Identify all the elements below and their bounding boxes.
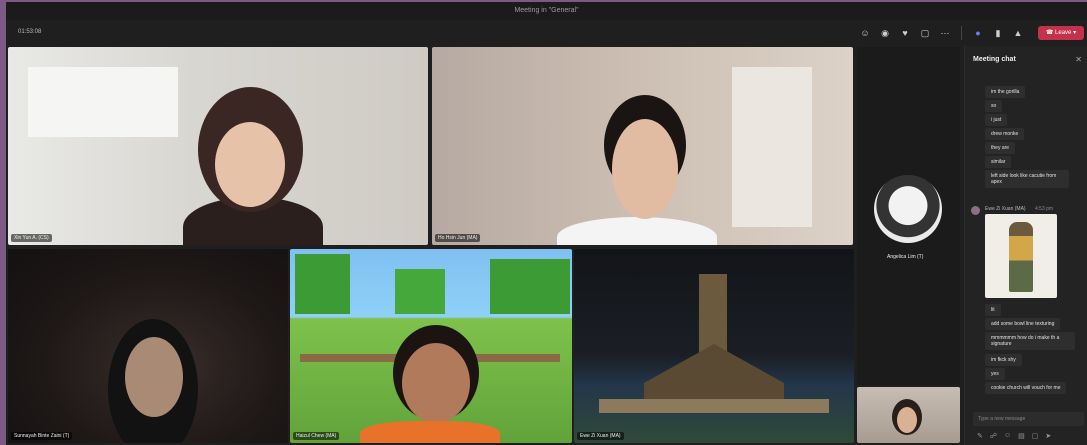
sender-time: 4:53 pm xyxy=(1035,206,1054,212)
church-wall xyxy=(599,399,829,413)
attach-icon[interactable]: ☍ xyxy=(990,432,997,440)
window-title: Meeting in "General" xyxy=(6,2,1087,20)
person-face xyxy=(402,343,470,423)
rooms-icon[interactable]: ▢ xyxy=(918,26,932,40)
tree-block-left xyxy=(295,254,350,314)
video-tile-6[interactable]: Ewe Zi Xuan (MA) xyxy=(574,249,854,443)
video-tile-5[interactable]: Haizul Chew (MA) xyxy=(290,249,572,443)
chat-message: they are xyxy=(985,142,1016,154)
leave-button[interactable]: ☎ Leave ▾ xyxy=(1038,26,1084,40)
chevron-down-icon: ▾ xyxy=(1073,30,1077,36)
chat-message: similar xyxy=(985,156,1012,168)
person-face xyxy=(125,337,183,417)
camera-icon[interactable]: ● xyxy=(971,26,985,40)
chat-icon[interactable]: ◉ xyxy=(878,26,892,40)
reactions-icon[interactable]: ♥ xyxy=(898,26,912,40)
meeting-toolbar: 01:53:08 ☺ ◉ ♥ ▢ ⋯ ● ▮ ▲ ☎ Leave ▾ xyxy=(6,20,1087,46)
person-body xyxy=(557,217,717,245)
meeting-chat-panel: Meeting chat ✕ im the gorilla so i just … xyxy=(964,46,1087,445)
video-tile-3[interactable]: Angelica Lim (T) xyxy=(857,47,960,385)
more-icon[interactable]: ⋯ xyxy=(938,26,952,40)
close-icon[interactable]: ✕ xyxy=(1075,55,1082,64)
participant-avatar xyxy=(874,175,942,243)
phone-icon: ☎ xyxy=(1045,30,1054,36)
participant-name: Haizul Chew (MA) xyxy=(293,432,340,440)
person-shirt xyxy=(360,421,500,443)
mic-icon[interactable]: ▮ xyxy=(991,26,1005,40)
sender-avatar xyxy=(971,206,980,215)
chat-message: mmmmmm how do i make th a signature xyxy=(985,332,1075,350)
chat-message: so xyxy=(985,100,1003,112)
chat-title: Meeting chat xyxy=(973,56,1016,63)
share-icon[interactable]: ▲ xyxy=(1011,26,1025,40)
meeting-timer: 01:53:08 xyxy=(18,29,42,35)
teams-meeting-window: Meeting in "General" 01:53:08 ☺ ◉ ♥ ▢ ⋯ … xyxy=(6,2,1087,445)
people-icon[interactable]: ☺ xyxy=(858,26,872,40)
window-light xyxy=(28,67,178,137)
emoji-icon[interactable]: ☺ xyxy=(1004,432,1011,440)
participant-name: Xin Yun A. (CS) xyxy=(11,234,52,242)
chat-message: cookie church will vouch for me xyxy=(985,382,1067,394)
chat-message: lit xyxy=(985,304,1001,316)
participant-name: Ewe Zi Xuan (MA) xyxy=(577,432,624,440)
video-tile-4[interactable]: Sunnayah Binte Zaini (T) xyxy=(8,249,288,443)
composer-toolbar: ✎ ☍ ☺ ▤ ▢ ➤ xyxy=(977,432,1051,440)
drawing-figure xyxy=(1009,222,1033,292)
chat-input[interactable]: Type a new message xyxy=(973,412,1084,426)
gif-icon[interactable]: ▤ xyxy=(1018,432,1025,440)
video-tile-2[interactable]: Ho Hsin Jun (MA) xyxy=(432,47,853,245)
send-icon[interactable]: ➤ xyxy=(1045,432,1051,440)
chat-message: im the gorilla xyxy=(985,86,1026,98)
participant-name: Sunnayah Binte Zaini (T) xyxy=(11,432,73,440)
chat-image[interactable] xyxy=(985,214,1057,298)
sticker-icon[interactable]: ▢ xyxy=(1032,432,1039,440)
video-tile-1[interactable]: Xin Yun A. (CS) xyxy=(8,47,428,245)
participant-name: Ho Hsin Jun (MA) xyxy=(435,234,481,242)
chat-message: left side look like cacutie from apex xyxy=(985,170,1069,188)
person-face xyxy=(215,122,285,207)
chat-message: im fkck shy xyxy=(985,354,1022,366)
tree-block-center xyxy=(395,269,445,314)
toolbar-icons: ☺ ◉ ♥ ▢ ⋯ ● ▮ ▲ xyxy=(858,26,1025,40)
chat-message: i just xyxy=(985,114,1008,126)
self-preview[interactable] xyxy=(857,387,960,443)
chat-message: drew monke xyxy=(985,128,1025,140)
toolbar-divider xyxy=(961,26,962,40)
tree-block-right xyxy=(490,259,570,314)
door-frame xyxy=(732,67,812,227)
format-icon[interactable]: ✎ xyxy=(977,432,983,440)
leave-label: Leave xyxy=(1055,30,1072,36)
person-face xyxy=(897,407,917,433)
chat-message: add some bowl line texturing xyxy=(985,318,1061,330)
chat-message: yes xyxy=(985,368,1005,380)
sender-name: Ewe Zi Xuan (MA) xyxy=(985,206,1026,212)
person-face xyxy=(612,119,678,219)
participant-name: Angelica Lim (T) xyxy=(887,254,924,260)
